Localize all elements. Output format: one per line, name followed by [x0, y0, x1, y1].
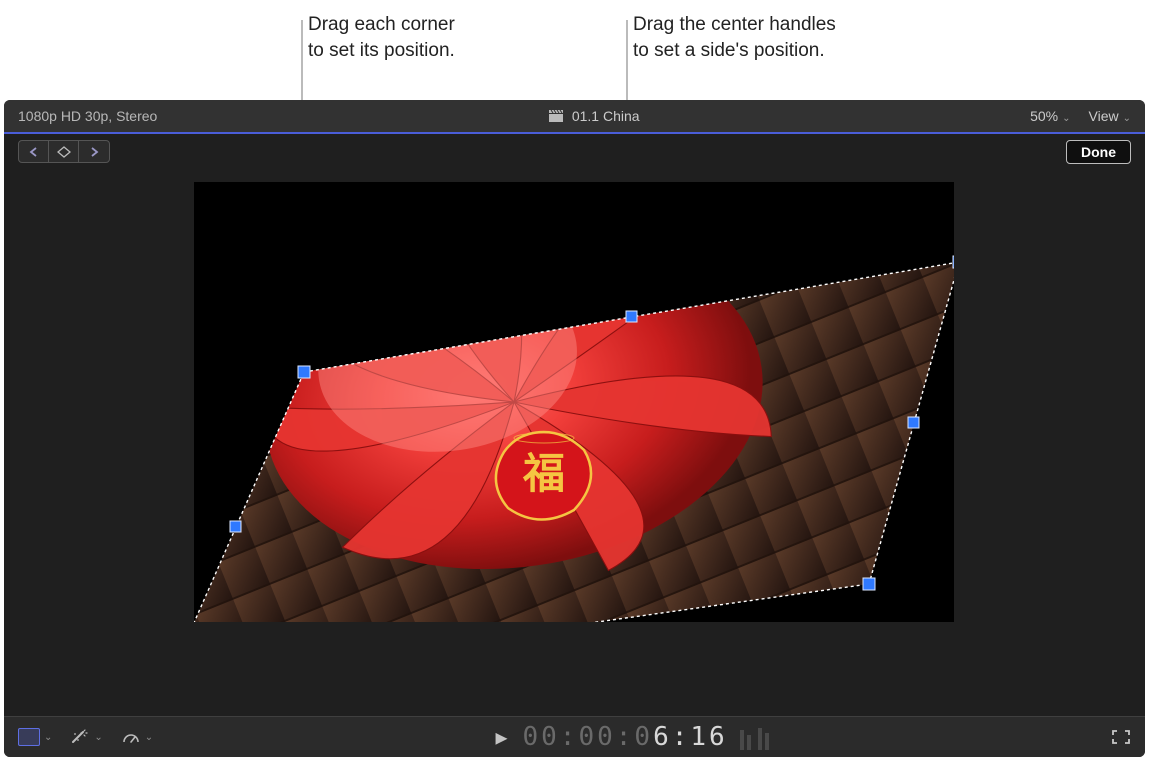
previous-edit-button[interactable]: [19, 141, 49, 162]
corner-handle-top-left[interactable]: [298, 366, 310, 378]
effects-dropdown[interactable]: ⌄: [18, 728, 52, 746]
fullscreen-icon: [1111, 729, 1131, 745]
view-dropdown[interactable]: View⌄: [1089, 108, 1131, 124]
speedometer-icon: [121, 729, 141, 745]
viewer-window: 1080p HD 30p, Stereo 01.1 China 50%⌄ Vie…: [4, 100, 1145, 757]
callout-corner-text: Drag each corner to set its position.: [308, 12, 455, 63]
timecode-display: ▶ 00:00:06:16: [495, 722, 768, 752]
distorted-image: 福: [194, 182, 954, 622]
timecode-bright: 6:16: [653, 722, 728, 752]
callout-center-text: Drag the center handles to set a side's …: [633, 12, 836, 63]
clapper-icon: [548, 108, 564, 124]
enhance-dropdown[interactable]: ⌄: [70, 729, 102, 745]
chevron-down-icon: ⌄: [44, 732, 52, 743]
viewer-top-bar: 1080p HD 30p, Stereo 01.1 China 50%⌄ Vie…: [4, 100, 1145, 134]
edge-handle-left[interactable]: [230, 521, 241, 532]
play-icon[interactable]: ▶: [495, 725, 510, 749]
viewer-sub-bar: Done: [4, 134, 1145, 174]
edit-navigation-group: [18, 140, 110, 163]
chevron-down-icon: ⌄: [1123, 113, 1131, 124]
clip-name: 01.1 China: [572, 108, 640, 124]
viewer-canvas[interactable]: 福: [194, 182, 954, 622]
distort-overlay[interactable]: 福: [194, 182, 954, 622]
edge-handle-top[interactable]: [626, 311, 637, 322]
viewer-bottom-bar: ⌄ ⌄ ⌄ ▶ 00:00:06:16: [4, 716, 1145, 757]
corner-handle-top-right[interactable]: [953, 256, 954, 268]
match-frame-button[interactable]: [49, 141, 79, 162]
magic-wand-icon: [70, 729, 90, 745]
fullscreen-button[interactable]: [1111, 729, 1131, 745]
edge-handle-right[interactable]: [908, 417, 919, 428]
retime-dropdown[interactable]: ⌄: [121, 729, 153, 745]
next-edit-button[interactable]: [79, 141, 109, 162]
corner-handle-bottom-right[interactable]: [863, 578, 875, 590]
audio-meters: [740, 724, 769, 750]
timecode-dim: 00:00:0: [523, 722, 654, 752]
effects-icon: [18, 728, 40, 746]
chevron-down-icon: ⌄: [1062, 113, 1070, 124]
svg-text:福: 福: [522, 451, 565, 498]
chevron-down-icon: ⌄: [94, 732, 102, 743]
chevron-down-icon: ⌄: [145, 732, 153, 743]
done-button[interactable]: Done: [1066, 140, 1131, 164]
format-readout: 1080p HD 30p, Stereo: [18, 108, 157, 124]
zoom-dropdown[interactable]: 50%⌄: [1030, 108, 1070, 124]
